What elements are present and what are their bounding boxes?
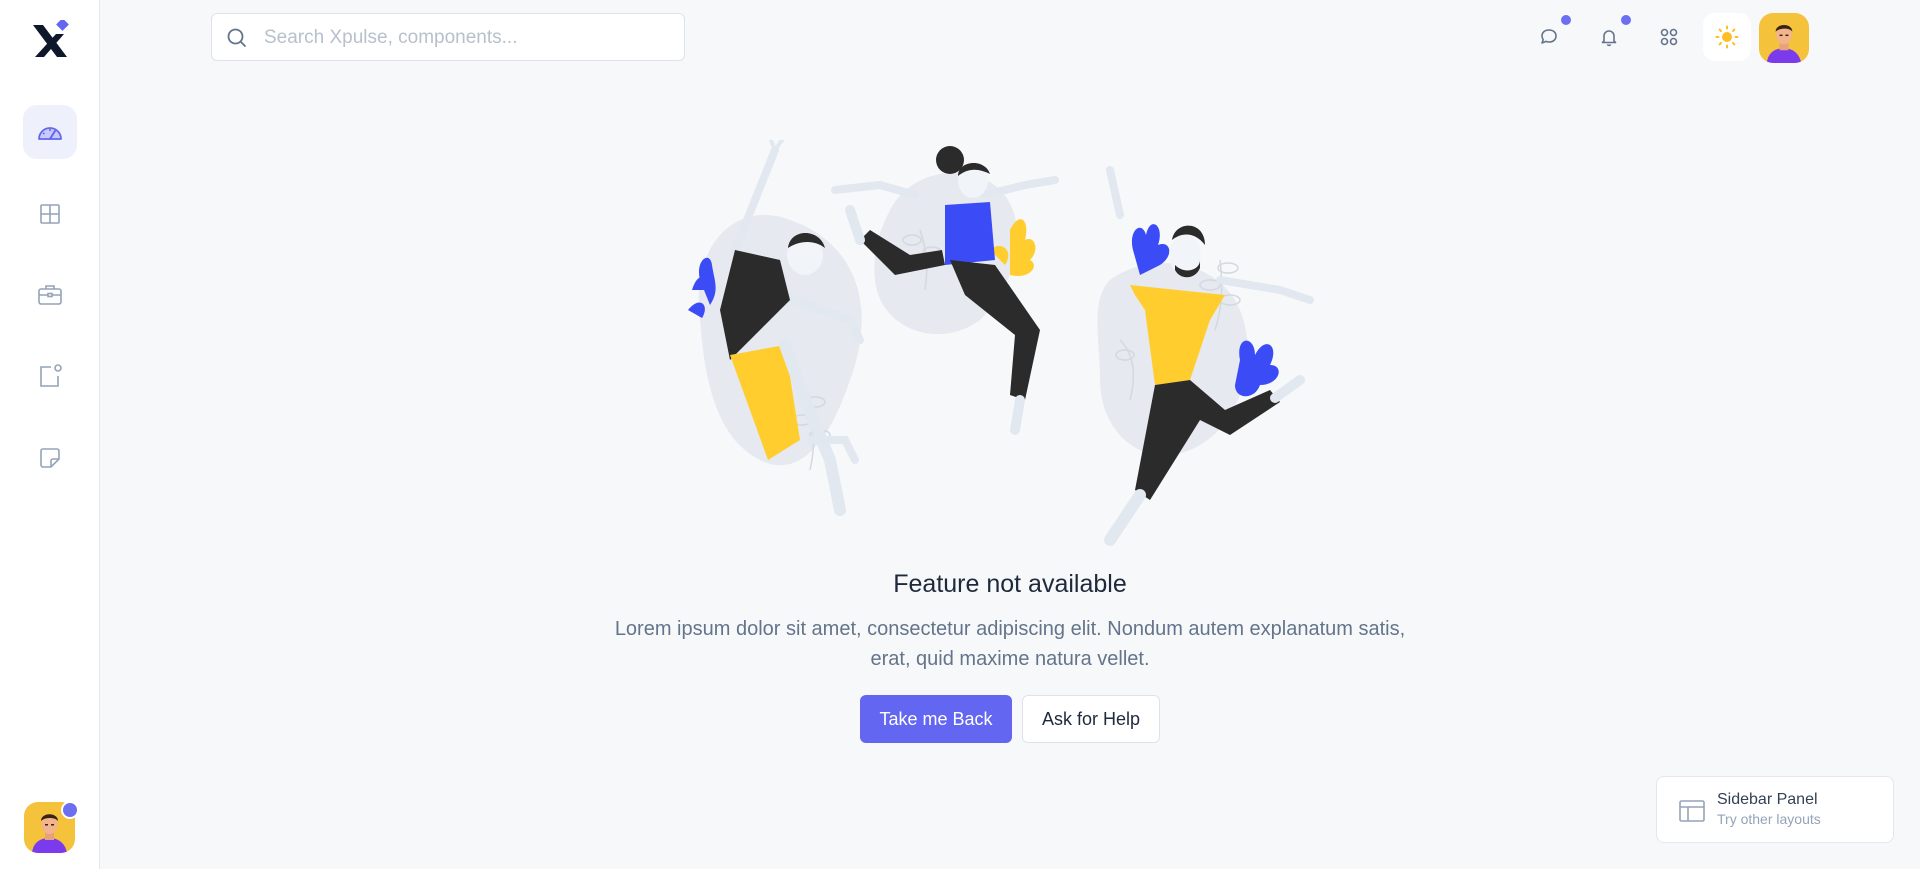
layout-switcher-title: Sidebar Panel xyxy=(1717,791,1818,808)
x-logo-icon[interactable] xyxy=(30,20,70,60)
notifications-badge xyxy=(1621,15,1631,25)
sidebar-item-notifications[interactable] xyxy=(23,349,77,403)
apps-button[interactable] xyxy=(1645,13,1693,61)
theme-toggle-button[interactable] xyxy=(1703,13,1751,61)
grid-icon xyxy=(40,204,60,224)
apps-icon xyxy=(1660,28,1678,46)
sidebar xyxy=(0,0,100,869)
search-box[interactable] xyxy=(211,13,685,61)
briefcase-icon xyxy=(38,285,62,305)
sticky-note-icon xyxy=(40,448,60,468)
sidebar-item-briefcase[interactable] xyxy=(23,268,77,322)
notification-square-icon xyxy=(40,364,62,387)
search-input[interactable] xyxy=(262,24,666,52)
page-description: Lorem ipsum dolor sit amet, consectetur … xyxy=(614,618,1406,670)
status-badge xyxy=(61,801,79,819)
layout-switcher-card[interactable]: Sidebar Panel Try other layouts xyxy=(1656,776,1894,843)
page-title: Feature not available xyxy=(893,570,1127,598)
dancing-people-illustration xyxy=(688,140,1314,546)
dashboard-gauge-icon xyxy=(38,127,62,140)
layout-panel-icon xyxy=(1679,800,1705,822)
layout-switcher-subtitle: Try other layouts xyxy=(1717,811,1821,827)
bell-icon xyxy=(1601,30,1617,47)
profile-avatar[interactable] xyxy=(1759,13,1809,63)
ask-for-help-button[interactable]: Ask for Help xyxy=(1022,695,1160,743)
sun-icon xyxy=(1715,25,1739,49)
sidebar-item-dashboard[interactable] xyxy=(23,105,77,159)
sidebar-item-grid[interactable] xyxy=(23,187,77,241)
messages-badge xyxy=(1561,15,1571,25)
sidebar-item-notes[interactable] xyxy=(23,431,77,485)
chat-icon xyxy=(1541,29,1557,44)
take-me-back-button[interactable]: Take me Back xyxy=(860,695,1012,743)
search-icon xyxy=(227,28,246,47)
